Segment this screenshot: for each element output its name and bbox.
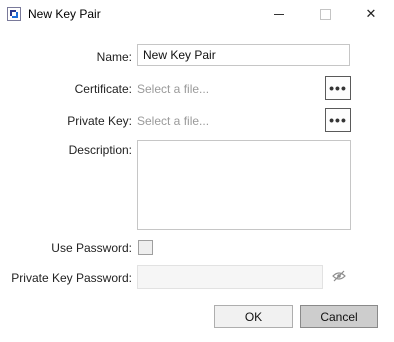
certificate-browse-button[interactable]: ••• <box>325 76 351 100</box>
certificate-input[interactable]: Select a file... <box>137 82 209 96</box>
use-password-label: Use Password: <box>51 241 132 255</box>
private-key-browse-button[interactable]: ••• <box>325 108 351 132</box>
key-pair-app-icon <box>7 7 21 21</box>
more-icon: ••• <box>329 112 347 128</box>
use-password-checkbox[interactable] <box>138 240 153 255</box>
title-bar: New Key Pair ✕ <box>0 0 394 30</box>
cancel-button-label: Cancel <box>320 309 358 324</box>
cancel-button[interactable]: Cancel <box>300 305 378 328</box>
private-key-password-input[interactable] <box>137 265 323 289</box>
certificate-label: Certificate: <box>74 82 132 96</box>
minimize-button[interactable] <box>256 0 302 28</box>
name-input-value: New Key Pair <box>143 48 216 62</box>
ok-button[interactable]: OK <box>214 305 293 328</box>
close-icon: ✕ <box>365 6 377 21</box>
maximize-icon <box>319 8 331 20</box>
more-icon: ••• <box>329 80 347 96</box>
close-button[interactable]: ✕ <box>348 0 394 28</box>
description-textarea[interactable] <box>137 140 351 230</box>
ok-button-label: OK <box>244 309 263 324</box>
private-key-password-label: Private Key Password: <box>11 271 132 285</box>
eye-slash-icon[interactable] <box>332 270 346 282</box>
private-key-label: Private Key: <box>67 114 132 128</box>
private-key-input[interactable]: Select a file... <box>137 114 209 128</box>
name-input[interactable]: New Key Pair <box>137 44 350 66</box>
window-title: New Key Pair <box>28 7 101 21</box>
name-label: Name: <box>96 50 132 64</box>
description-label: Description: <box>68 143 132 157</box>
minimize-icon <box>274 13 284 15</box>
maximize-button[interactable] <box>302 0 348 28</box>
